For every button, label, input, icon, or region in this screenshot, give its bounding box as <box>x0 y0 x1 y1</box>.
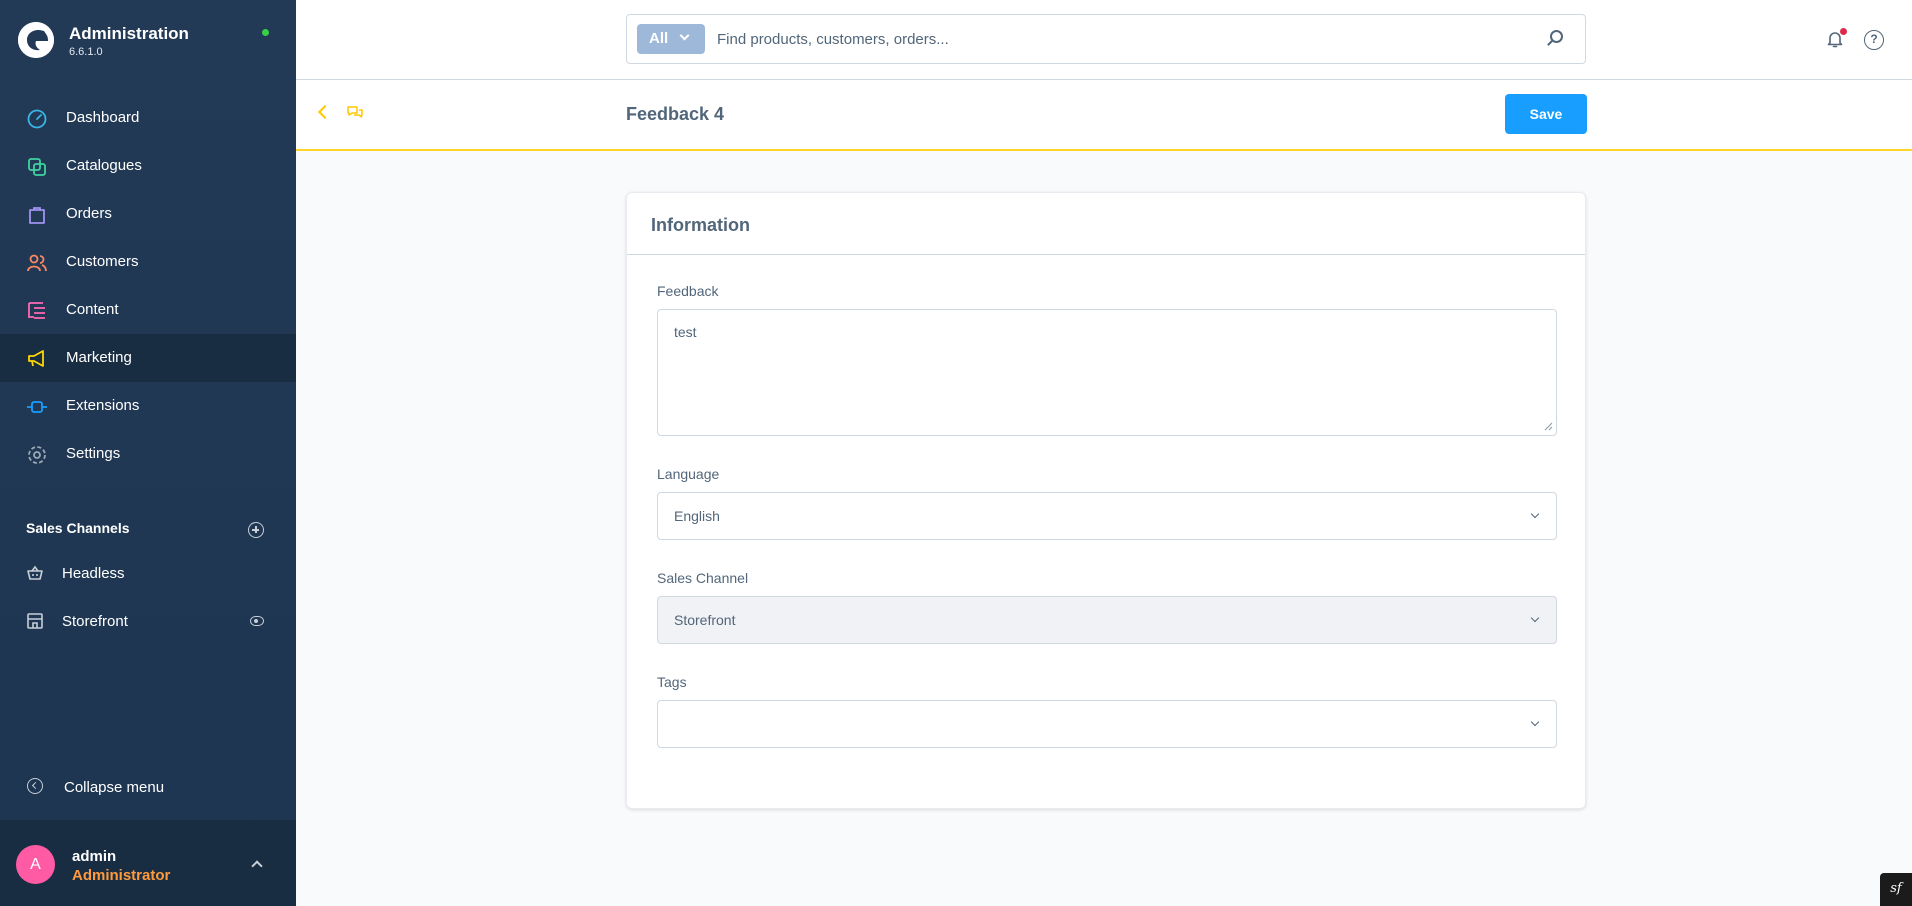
smart-bar: Feedback 4 Save <box>296 80 1912 151</box>
feedback-label: Feedback <box>657 283 719 299</box>
nav-item-marketing[interactable]: Marketing <box>0 334 296 382</box>
nav-item-label: Extensions <box>66 397 140 414</box>
user-menu[interactable]: A admin Administrator <box>0 820 296 906</box>
settings-icon <box>28 446 46 464</box>
symfony-toolbar-icon[interactable]: sf <box>1880 873 1912 906</box>
status-indicator <box>262 29 269 36</box>
sidebar-header: Administration 6.6.1.0 <box>0 0 296 80</box>
search-type-label: All <box>649 30 669 47</box>
search-type-select[interactable]: All <box>637 24 705 54</box>
search-input[interactable] <box>717 27 1517 51</box>
sales-channel-storefront[interactable]: Storefront <box>0 602 296 642</box>
app-title: Administration <box>69 24 189 43</box>
shopware-logo-icon[interactable] <box>18 22 54 58</box>
sales-channel-headless[interactable]: Headless <box>0 554 296 594</box>
page-title: Feedback 4 <box>626 104 725 124</box>
storefront-icon <box>27 613 43 629</box>
language-label: Language <box>657 466 720 482</box>
resize-handle-icon[interactable] <box>1543 421 1553 431</box>
sales-channels-title: Sales Channels <box>26 520 130 536</box>
global-search: All <box>626 14 1586 64</box>
extensions-icon <box>27 401 47 413</box>
content-icon <box>28 302 45 319</box>
eye-icon[interactable] <box>250 616 264 626</box>
back-icon[interactable] <box>317 104 333 120</box>
search-icon[interactable] <box>1550 30 1563 43</box>
marketing-icon <box>28 350 44 367</box>
customers-icon <box>27 254 47 272</box>
nav-item-content[interactable]: Content <box>0 286 296 334</box>
tags-label: Tags <box>657 674 687 690</box>
nav-item-label: Marketing <box>66 349 132 366</box>
nav-item-label: Dashboard <box>66 109 140 126</box>
basket-icon <box>27 565 43 580</box>
nav-item-customers[interactable]: Customers <box>0 238 296 286</box>
add-sales-channel-icon[interactable] <box>248 522 264 538</box>
chevron-down-icon <box>1530 717 1540 727</box>
nav-item-extensions[interactable]: Extensions <box>0 382 296 430</box>
nav-item-settings[interactable]: Settings <box>0 430 296 478</box>
nav-item-orders[interactable]: Orders <box>0 190 296 238</box>
nav-item-label: Catalogues <box>66 157 142 174</box>
chevron-down-icon <box>1530 613 1540 623</box>
avatar: A <box>16 845 55 884</box>
save-button[interactable]: Save <box>1505 94 1587 134</box>
app-version: 6.6.1.0 <box>69 46 103 58</box>
nav-item-label: Orders <box>66 205 112 222</box>
chevron-down-icon <box>1530 509 1540 519</box>
chevron-down-icon <box>679 30 690 41</box>
card-title: Information <box>651 215 750 235</box>
chevron-left-circle-icon <box>27 778 43 794</box>
information-card: Information Feedback test Language Engli… <box>626 192 1586 809</box>
nav-item-label: Settings <box>66 445 121 462</box>
nav-item-label: Content <box>66 301 119 318</box>
sales-channel-label: Storefront <box>62 613 128 630</box>
collapse-menu-button[interactable]: Collapse menu <box>0 770 296 806</box>
nav-item-dashboard[interactable]: Dashboard <box>0 94 296 142</box>
tags-select[interactable] <box>657 700 1557 748</box>
nav-item-label: Customers <box>66 253 139 270</box>
help-icon[interactable]: ? <box>1864 30 1884 50</box>
chat-icon[interactable] <box>346 104 364 122</box>
chevron-up-icon[interactable] <box>251 860 263 872</box>
orders-icon <box>29 207 45 224</box>
sales-channel-select[interactable]: Storefront <box>657 596 1557 644</box>
notification-badge <box>1840 28 1847 35</box>
top-bar: All ? <box>296 0 1912 80</box>
card-header: Information <box>627 193 1585 255</box>
dashboard-icon <box>27 109 47 129</box>
sales-channel-value: Storefront <box>674 612 736 628</box>
catalogues-icon <box>28 158 46 176</box>
user-role: Administrator <box>72 867 171 884</box>
user-name: admin <box>72 848 117 865</box>
nav-item-catalogues[interactable]: Catalogues <box>0 142 296 190</box>
language-select[interactable]: English <box>657 492 1557 540</box>
language-value: English <box>674 508 720 524</box>
main-nav: Dashboard Catalogues Orders Customers Co… <box>0 94 296 478</box>
sidebar: Administration 6.6.1.0 Dashboard Catalog… <box>0 0 296 906</box>
feedback-textarea[interactable]: test <box>657 309 1557 436</box>
sales-channel-label: Headless <box>62 565 125 582</box>
collapse-menu-label: Collapse menu <box>64 779 165 796</box>
sales-channel-label: Sales Channel <box>657 570 749 586</box>
